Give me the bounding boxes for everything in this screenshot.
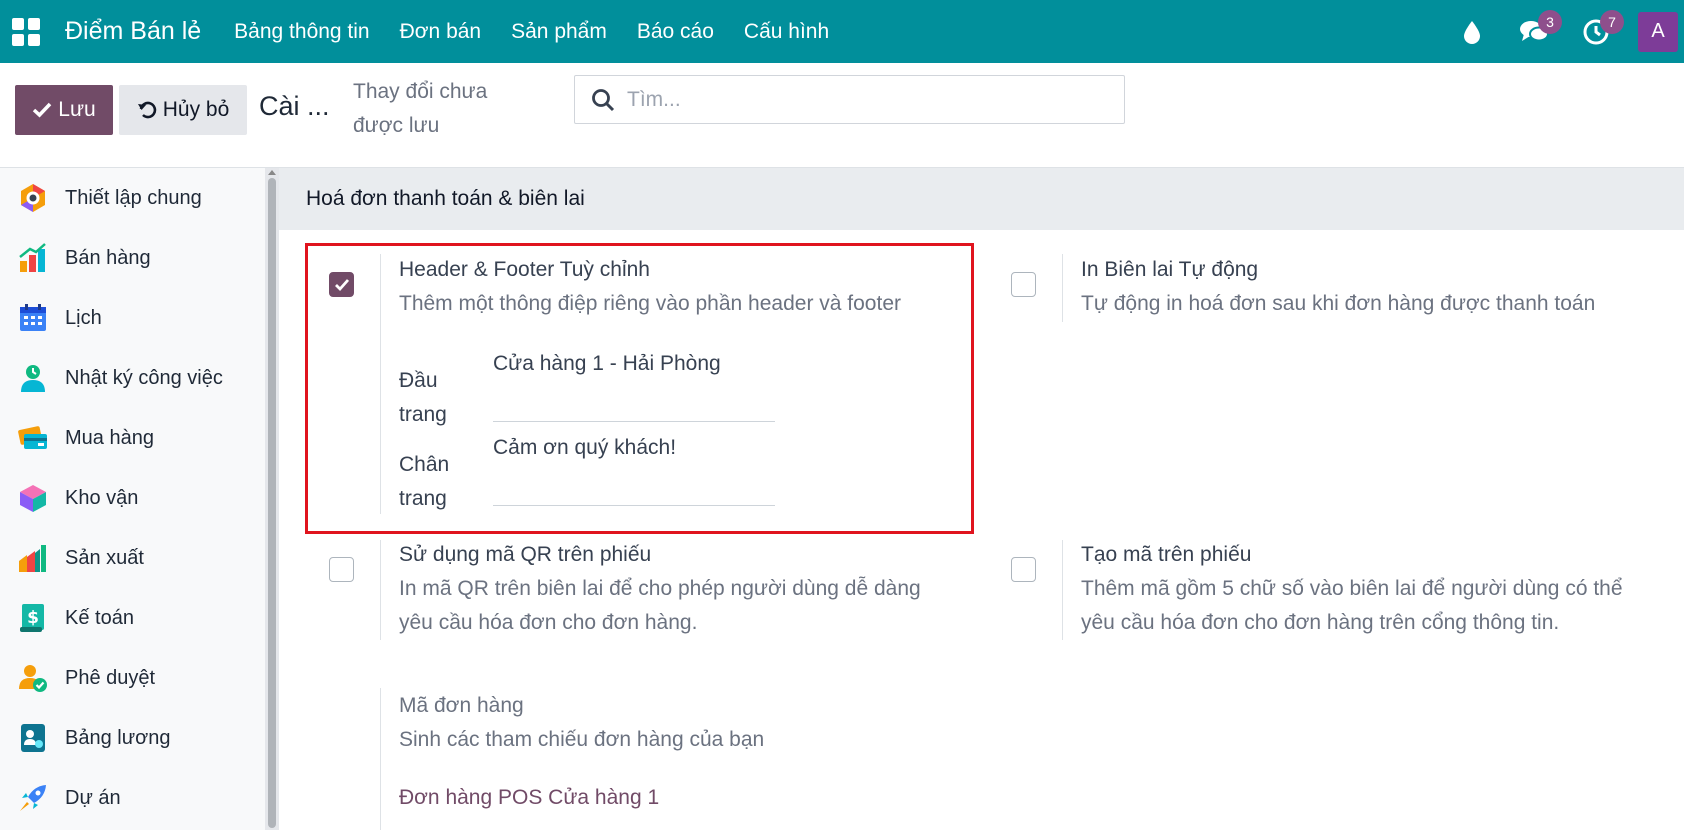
- apps-menu-icon[interactable]: [12, 17, 40, 46]
- ticket-code-checkbox[interactable]: [1011, 557, 1036, 582]
- sidebar-item-label: Bán hàng: [65, 246, 151, 269]
- nav-reporting[interactable]: Báo cáo: [637, 20, 714, 44]
- sidebar-item-payroll[interactable]: Bảng lương: [0, 708, 265, 768]
- systray: 3 7 A: [1452, 0, 1684, 63]
- save-button[interactable]: Lưu: [15, 85, 113, 135]
- droplet-icon[interactable]: [1452, 12, 1492, 52]
- sidebar-item-project[interactable]: Dự án: [0, 768, 265, 828]
- activity-clock-icon[interactable]: 7: [1576, 9, 1624, 52]
- sidebar-item-label: Thiết lập chung: [65, 186, 202, 209]
- inventory-box-icon: [20, 485, 46, 512]
- sidebar-item-label: Dự án: [65, 786, 121, 809]
- control-panel: Lưu Hủy bỏ Cài ... Thay đổi chưa được lư…: [0, 63, 1684, 168]
- manufacturing-icon: [19, 545, 46, 572]
- sidebar-item-label: Mua hàng: [65, 426, 154, 449]
- svg-text:$: $: [27, 608, 39, 628]
- purchase-card-icon: [18, 426, 47, 449]
- sidebar-item-label: Phê duyệt: [65, 666, 156, 689]
- order-sequence-link[interactable]: Đơn hàng POS Cửa hàng 1: [399, 786, 659, 810]
- sidebar-item-label: Kho vận: [65, 486, 139, 509]
- discard-button[interactable]: Hủy bỏ: [119, 85, 247, 135]
- sidebar-item-accounting[interactable]: $ Kế toán: [0, 588, 265, 648]
- order-ref-title: Mã đơn hàng: [399, 694, 524, 717]
- qr-code-checkbox[interactable]: [329, 557, 354, 582]
- auto-print-title: In Biên lai Tự động: [1081, 258, 1259, 281]
- setting-divider: [380, 688, 381, 830]
- section-title-receipts: Hoá đơn thanh toán & biên lai: [279, 168, 1684, 230]
- app-name[interactable]: Điểm Bán lẻ: [65, 17, 201, 46]
- sidebar-item-timesheets[interactable]: Nhật ký công việc: [0, 348, 265, 408]
- activities-count-badge: 7: [1600, 9, 1624, 34]
- approvals-icon: [19, 665, 47, 692]
- search-input[interactable]: [627, 87, 1097, 112]
- unsaved-changes-indicator: Thay đổi chưa được lưu: [353, 80, 488, 137]
- sidebar-item-label: Bảng lương: [65, 726, 171, 749]
- search-icon: [592, 88, 615, 111]
- nav-orders[interactable]: Đơn bán: [400, 20, 482, 44]
- sidebar-item-general-settings[interactable]: Thiết lập chung: [0, 168, 265, 228]
- search-bar[interactable]: [574, 75, 1125, 124]
- qr-code-title: Sử dụng mã QR trên phiếu: [399, 543, 652, 566]
- ticket-code-desc: Thêm mã gồm 5 chữ số vào biên lai để ngư…: [1081, 577, 1623, 634]
- messages-count-badge: 3: [1538, 9, 1562, 34]
- sidebar-item-label: Lịch: [65, 306, 102, 329]
- sidebar-item-sales[interactable]: Bán hàng: [0, 228, 265, 288]
- highlight-frame: [305, 243, 974, 534]
- sidebar-item-label: Sản xuất: [65, 546, 144, 569]
- ticket-code-title: Tạo mã trên phiếu: [1081, 543, 1252, 566]
- undo-icon: [137, 101, 156, 119]
- nav-products[interactable]: Sản phẩm: [511, 20, 607, 44]
- sidebar-item-manufacturing[interactable]: Sản xuất: [0, 528, 265, 588]
- discard-button-label: Hủy bỏ: [162, 98, 230, 121]
- nav-configuration[interactable]: Cấu hình: [744, 20, 829, 44]
- calendar-icon: [20, 304, 46, 331]
- settings-sidebar: Thiết lập chung Bán hàng Lịch Nhật ký cô…: [0, 168, 265, 830]
- setting-divider: [380, 540, 381, 640]
- save-button-label: Lưu: [58, 98, 96, 121]
- sales-chart-icon: [19, 243, 46, 272]
- breadcrumb[interactable]: Cài ...: [259, 91, 330, 122]
- payroll-icon: [21, 724, 45, 752]
- auto-print-desc: Tự động in hoá đơn sau khi đơn hàng được…: [1081, 292, 1596, 315]
- settings-icon: [21, 184, 45, 212]
- messages-icon[interactable]: 3: [1514, 9, 1562, 52]
- setting-divider: [1062, 540, 1063, 640]
- sidebar-item-purchase[interactable]: Mua hàng: [0, 408, 265, 468]
- user-avatar[interactable]: A: [1638, 11, 1678, 52]
- sidebar-item-inventory[interactable]: Kho vận: [0, 468, 265, 528]
- sidebar-item-label: Kế toán: [65, 606, 134, 629]
- qr-code-desc: In mã QR trên biên lai để cho phép người…: [399, 577, 921, 634]
- order-ref-desc: Sinh các tham chiếu đơn hàng của bạn: [399, 728, 765, 751]
- project-rocket-icon: [20, 785, 46, 811]
- sidebar-item-approvals[interactable]: Phê duyệt: [0, 648, 265, 708]
- sidebar-item-label: Nhật ký công việc: [65, 366, 223, 389]
- sidebar-item-calendar[interactable]: Lịch: [0, 288, 265, 348]
- auto-print-checkbox[interactable]: [1011, 272, 1036, 297]
- sidebar-scrollbar[interactable]: [265, 168, 279, 830]
- timesheet-icon: [21, 365, 45, 392]
- nav-dashboard[interactable]: Bảng thông tin: [234, 20, 369, 44]
- top-navbar: Điểm Bán lẻ Bảng thông tin Đơn bán Sản p…: [0, 0, 1684, 63]
- setting-divider: [1062, 254, 1063, 322]
- check-icon: [33, 102, 52, 118]
- accounting-icon: $: [20, 604, 44, 632]
